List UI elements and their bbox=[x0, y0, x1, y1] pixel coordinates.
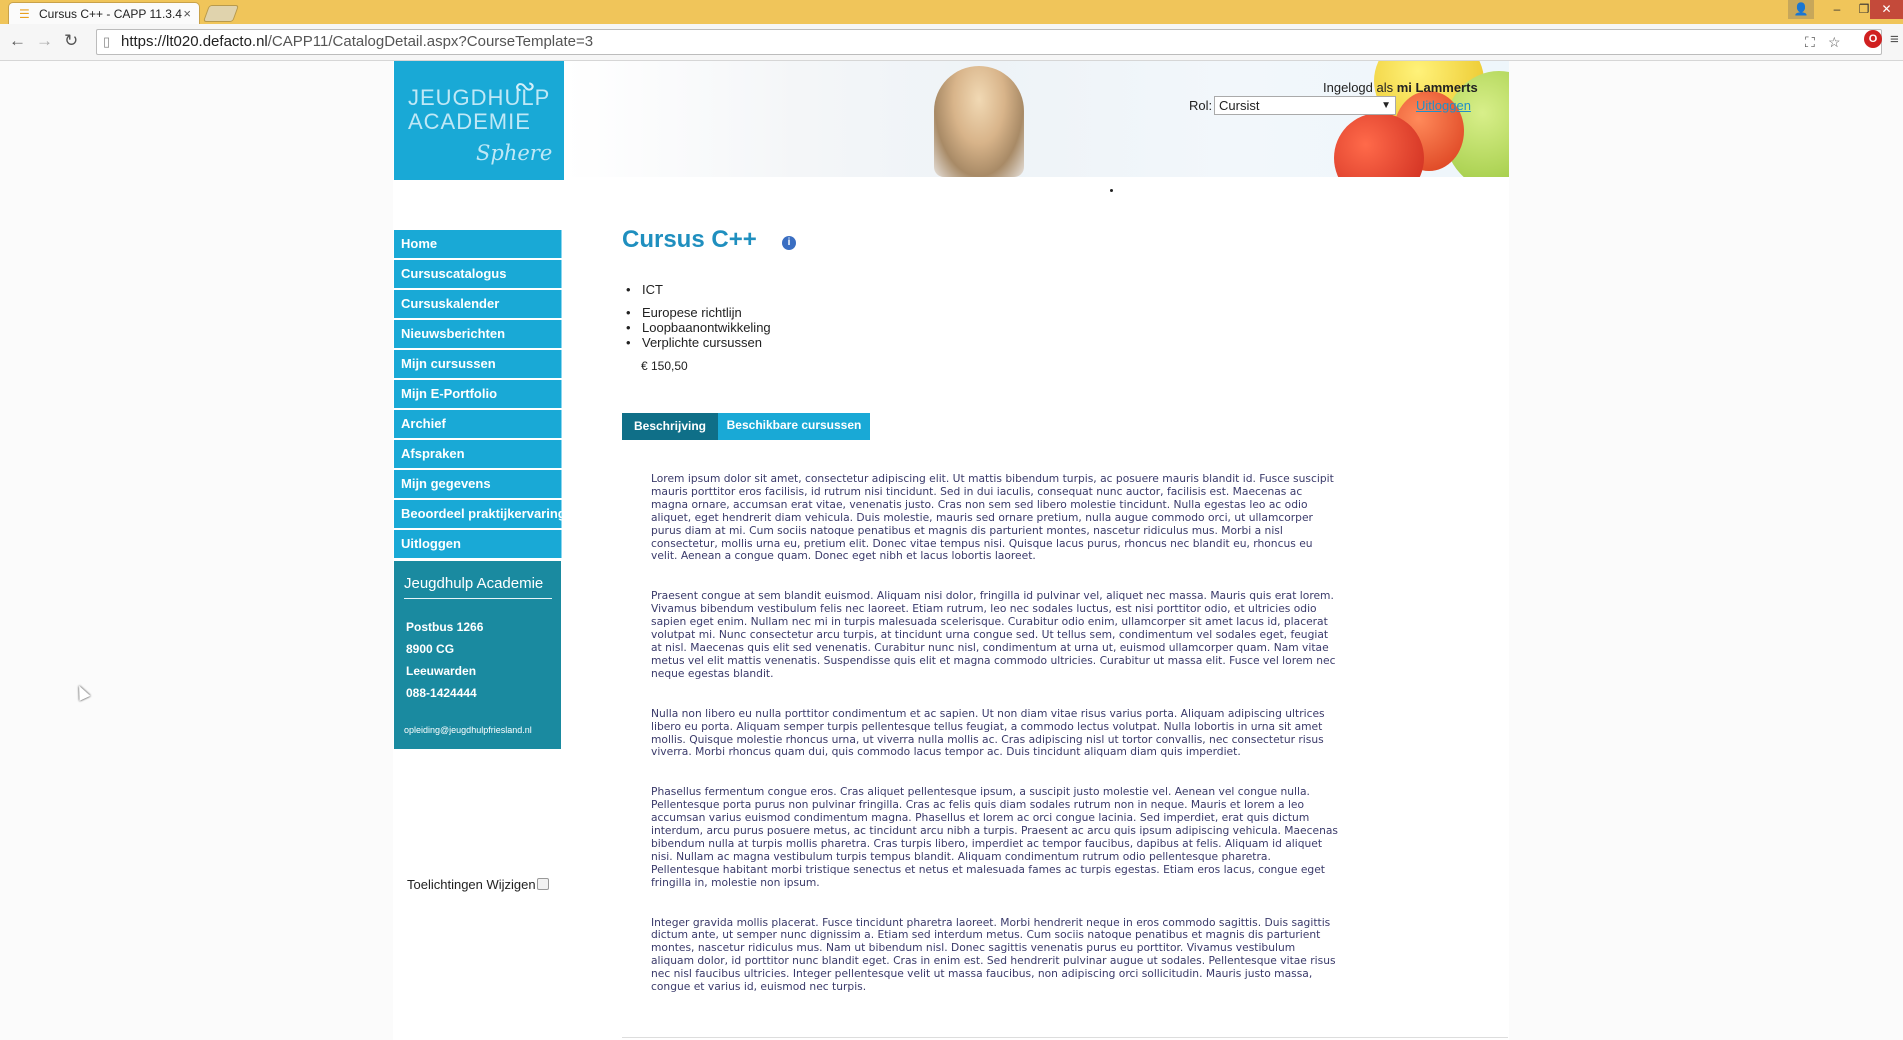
sidebar-item-cursuscatalogus[interactable]: Cursuscatalogus bbox=[394, 260, 562, 288]
list-item: Europese richtlijn bbox=[622, 305, 771, 320]
contact-city: Leeuwarden bbox=[406, 664, 477, 678]
reload-icon[interactable]: ↻ bbox=[64, 32, 78, 50]
sidebar-item-beoordeel-praktijkervaring[interactable]: Beoordeel praktijkervaring bbox=[394, 500, 566, 528]
description-paragraph: Praesent congue at sem blandit euismod. … bbox=[651, 589, 1336, 680]
contact-title: Jeugdhulp Academie bbox=[404, 575, 552, 599]
url-text[interactable]: https://lt020.defacto.nl/CAPP11/CatalogD… bbox=[121, 30, 593, 54]
contact-postcode: 8900 CG bbox=[406, 642, 455, 656]
bookmark-star-icon[interactable]: ☆ bbox=[1828, 30, 1841, 54]
back-arrow-icon[interactable]: ← bbox=[9, 32, 26, 50]
logo-text-line1: JEUGDHULP bbox=[408, 85, 551, 110]
description-paragraph: Lorem ipsum dolor sit amet, consectetur … bbox=[651, 472, 1334, 563]
mouse-cursor-icon bbox=[73, 683, 91, 701]
course-description: Lorem ipsum dolor sit amet, consectetur … bbox=[651, 472, 1341, 1021]
contact-email-link[interactable]: opleiding@jeugdhulpfriesland.nl bbox=[404, 725, 532, 735]
sidebar-item-archief[interactable]: Archief bbox=[394, 410, 562, 438]
forward-arrow-icon[interactable]: → bbox=[36, 32, 53, 50]
logo-text-line2: ACADEMIE bbox=[408, 109, 531, 134]
toelichtingen-label: Toelichtingen Wijzigen bbox=[407, 877, 536, 892]
list-item: Verplichte cursussen bbox=[622, 335, 771, 350]
banner-child-image bbox=[934, 66, 1024, 177]
sidebar-item-afspraken[interactable]: Afspraken bbox=[394, 440, 562, 468]
favicon-icon: ☰ bbox=[19, 7, 30, 21]
site-logo[interactable]: ∾ JEUGDHULP ACADEMIE Sphere bbox=[394, 61, 564, 180]
contact-phone: 088-1424444 bbox=[406, 686, 477, 700]
sidebar-item-home[interactable]: Home bbox=[394, 230, 562, 258]
page-icon: ▯ bbox=[103, 34, 111, 49]
header-banner bbox=[564, 61, 1509, 177]
list-item: ICT bbox=[622, 282, 771, 297]
role-select-value: Cursist bbox=[1219, 98, 1260, 113]
sidebar-nav: Home Cursuscatalogus Cursuskalender Nieu… bbox=[394, 230, 566, 560]
translate-icon[interactable]: ⛶ bbox=[1805, 30, 1815, 54]
page-container: ∾ JEUGDHULP ACADEMIE Sphere Ingelogd als… bbox=[393, 61, 1509, 1040]
sidebar-item-nieuwsberichten[interactable]: Nieuwsberichten bbox=[394, 320, 562, 348]
separator-dot bbox=[1110, 189, 1113, 192]
browser-titlebar: ☰ Cursus C++ - CAPP 11.3.4 × 👤 – ❐ ✕ bbox=[0, 0, 1903, 25]
tab-title: Cursus C++ - CAPP 11.3.4 bbox=[39, 7, 182, 21]
browser-toolbar: ← → ↻ ▯ https://lt020.defacto.nl/CAPP11/… bbox=[0, 24, 1903, 61]
tab-close-icon[interactable]: × bbox=[183, 6, 191, 21]
role-select[interactable]: Cursist ▼ bbox=[1214, 96, 1396, 115]
url-domain: https://lt020.defacto.nl bbox=[121, 33, 268, 50]
toelichtingen-checkbox[interactable] bbox=[536, 878, 549, 890]
description-paragraph: Integer gravida mollis placerat. Fusce t… bbox=[651, 915, 1336, 994]
browser-menu-icon[interactable]: ≡ bbox=[1890, 31, 1899, 48]
role-label: Rol: bbox=[1189, 98, 1213, 113]
dropdown-arrow-icon: ▼ bbox=[1381, 100, 1391, 111]
address-bar[interactable]: ▯ https://lt020.defacto.nl/CAPP11/Catalo… bbox=[96, 29, 1882, 55]
description-paragraph: Phasellus fermentum congue eros. Cras al… bbox=[651, 785, 1338, 889]
contact-address-line: Postbus 1266 bbox=[406, 620, 484, 634]
page-viewport: ∾ JEUGDHULP ACADEMIE Sphere Ingelogd als… bbox=[0, 61, 1903, 1040]
login-prefix: Ingelogd als bbox=[1323, 80, 1394, 95]
toelichtingen-toggle: Toelichtingen Wijzigen bbox=[407, 877, 549, 892]
sidebar-item-cursuskalender[interactable]: Cursuskalender bbox=[394, 290, 562, 318]
category-list: ICT Europese richtlijn Loopbaanontwikkel… bbox=[622, 282, 771, 350]
page-title: Cursus C++ bbox=[622, 226, 757, 253]
login-user: mi Lammerts bbox=[1396, 80, 1478, 95]
tab-beschikbare-cursussen[interactable]: Beschikbare cursussen bbox=[718, 413, 870, 440]
close-window-icon[interactable]: ✕ bbox=[1870, 0, 1903, 19]
sidebar-item-mijn-e-portfolio[interactable]: Mijn E-Portfolio bbox=[394, 380, 562, 408]
extension-icon[interactable]: O bbox=[1864, 30, 1882, 48]
logged-in-as: Ingelogd als mi Lammerts bbox=[1323, 80, 1478, 95]
tab-beschrijving[interactable]: Beschrijving bbox=[622, 413, 718, 440]
course-price: € 150,50 bbox=[641, 359, 688, 373]
url-path: /CAPP11/CatalogDetail.aspx?CourseTemplat… bbox=[267, 33, 594, 50]
browser-tab[interactable]: ☰ Cursus C++ - CAPP 11.3.4 × bbox=[8, 2, 200, 25]
divider bbox=[622, 1037, 1508, 1038]
sidebar-item-uitloggen[interactable]: Uitloggen bbox=[394, 530, 562, 558]
info-icon[interactable]: i bbox=[782, 236, 796, 250]
list-item: Loopbaanontwikkeling bbox=[622, 320, 771, 335]
contact-box: Jeugdhulp Academie Postbus 1266 8900 CG … bbox=[394, 561, 561, 749]
description-paragraph: Nulla non libero eu nulla porttitor cond… bbox=[651, 706, 1325, 759]
sidebar-item-mijn-cursussen[interactable]: Mijn cursussen bbox=[394, 350, 562, 378]
minimize-icon[interactable]: – bbox=[1824, 0, 1850, 19]
logo-text-line3: Sphere bbox=[476, 141, 553, 165]
new-tab-button[interactable] bbox=[202, 5, 240, 22]
user-profile-icon[interactable]: 👤 bbox=[1788, 0, 1814, 19]
logout-link[interactable]: Uitloggen bbox=[1416, 98, 1471, 113]
sidebar-item-mijn-gegevens[interactable]: Mijn gegevens bbox=[394, 470, 562, 498]
